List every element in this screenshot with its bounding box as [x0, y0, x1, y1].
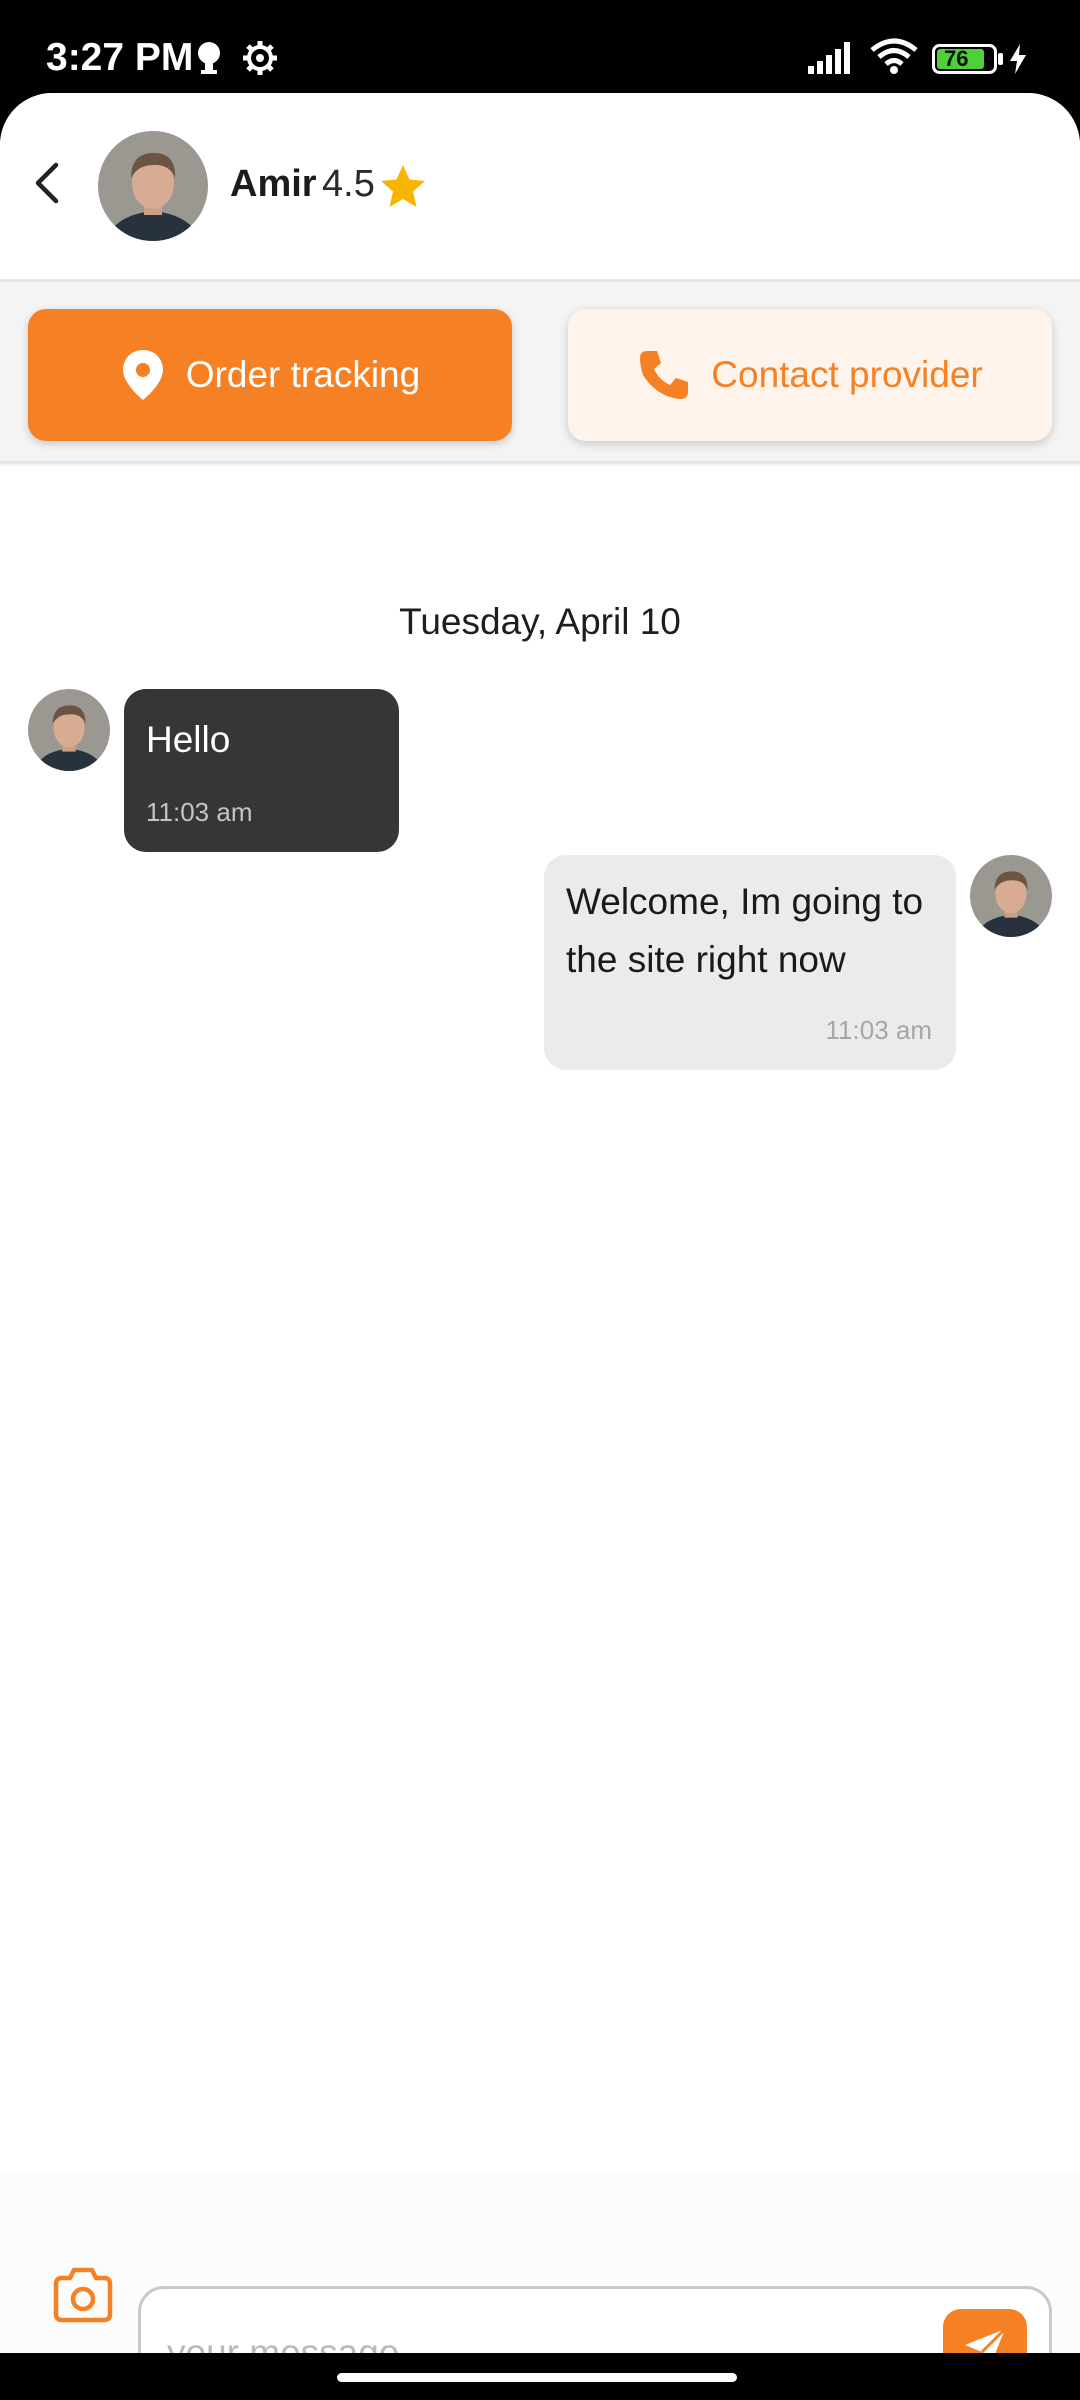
message-input[interactable]: [165, 2315, 929, 2353]
status-bar: 3:27 PM 76: [0, 0, 1080, 95]
status-time: 3:27 PM: [46, 36, 194, 79]
date-separator: Tuesday, April 10: [399, 601, 681, 642]
back-arrow-icon: [32, 162, 64, 209]
navigation-bar: [0, 2353, 1080, 2400]
order-tracking-button[interactable]: Order tracking: [28, 309, 512, 441]
message-bubble-outgoing[interactable]: Welcome, Im going to the site right now …: [544, 855, 956, 1070]
message-list[interactable]: Tuesday, April 10 Hello 11:03 am Welcome…: [0, 467, 1080, 2257]
location-pin-icon: [120, 348, 166, 402]
home-indicator[interactable]: [337, 2373, 737, 2382]
battery-level: 76: [944, 46, 969, 71]
avatar: [970, 855, 1052, 937]
send-icon: [961, 2325, 1009, 2353]
actions-bar: Order tracking Contact provider: [0, 282, 1080, 462]
battery-icon: 76: [932, 44, 1004, 79]
message-bubble-incoming[interactable]: Hello 11:03 am: [124, 689, 399, 852]
signal-icon: [808, 40, 858, 79]
wifi-icon: [870, 38, 918, 79]
message-text: Hello: [146, 719, 231, 760]
order-tracking-label: Order tracking: [185, 354, 421, 395]
phone-icon: [637, 348, 691, 402]
message-composer: [0, 2174, 1080, 2353]
camera-button[interactable]: [50, 2264, 116, 2330]
back-button[interactable]: [18, 155, 78, 215]
message-time: 11:03 am: [825, 1015, 932, 1045]
message-time: 11:03 am: [146, 797, 253, 827]
message-text: Welcome, Im going to the site right now: [566, 881, 924, 980]
contact-provider-label: Contact provider: [711, 354, 983, 395]
charging-icon: [1008, 44, 1028, 79]
contact-rating: 4.5: [322, 163, 375, 205]
message-input-container: [138, 2286, 1052, 2353]
camera-icon: [52, 2264, 114, 2331]
chat-screen: Amir 4.5 Order tracking Contact provider…: [0, 93, 1080, 2353]
avatar: [28, 689, 110, 771]
contact-provider-button[interactable]: Contact provider: [568, 309, 1052, 441]
notification-icon: [196, 40, 222, 81]
settings-icon: [242, 40, 278, 81]
star-icon: [380, 164, 426, 213]
send-button[interactable]: [943, 2309, 1027, 2353]
contact-name: Amir: [230, 163, 317, 205]
avatar[interactable]: [98, 131, 208, 241]
chat-header: Amir 4.5: [0, 93, 1080, 280]
